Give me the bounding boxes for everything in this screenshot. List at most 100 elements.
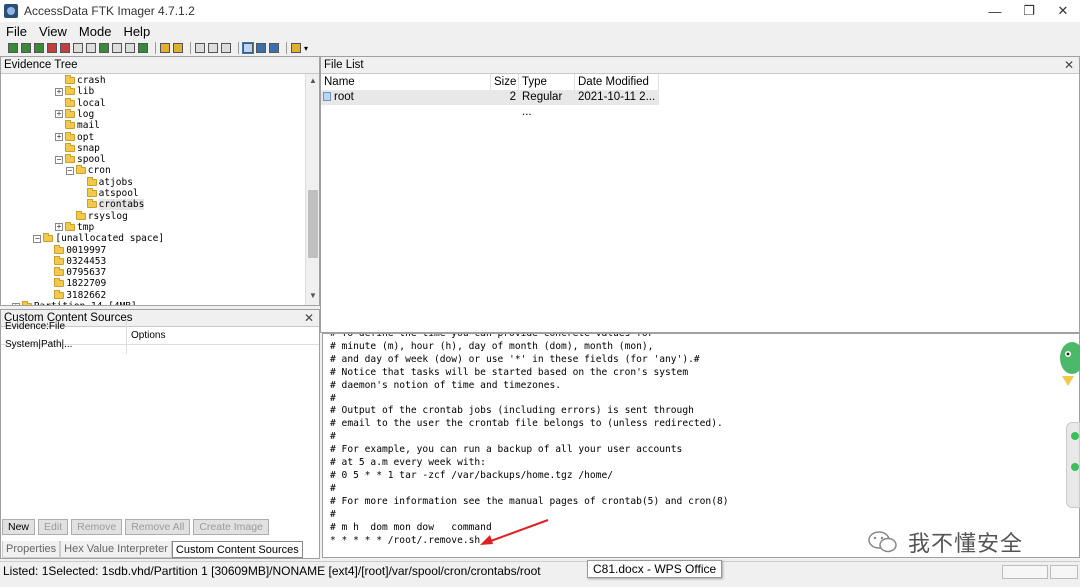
minimize-button[interactable]: — (978, 0, 1012, 22)
tree-item[interactable]: 1822709 (44, 278, 106, 289)
image-mounting-icon[interactable] (34, 43, 44, 53)
tree-item-label: Partition 14 [4MB] (34, 301, 137, 305)
tree-item[interactable]: + opt (55, 131, 94, 143)
text-line: # and day of week (dow) or use '*' in th… (330, 353, 700, 365)
folder-icon (86, 199, 97, 209)
export-logical-image-icon[interactable] (99, 43, 109, 53)
tree-item[interactable]: + lib (55, 86, 94, 97)
scroll-up-icon[interactable]: ▲ (306, 76, 320, 88)
folder-icon (86, 176, 97, 186)
custom-content-buttons: New Edit Remove Remove All Create Image (2, 519, 272, 535)
remove-evidence-icon[interactable] (47, 43, 57, 53)
table-row[interactable]: root 2 Regular ... 2021-10-11 2... (321, 90, 659, 118)
tree-item[interactable]: atjobs (77, 176, 133, 188)
remove-all-evidence-icon[interactable] (60, 43, 70, 53)
capture-memory-icon[interactable] (208, 43, 218, 53)
side-widget[interactable] (1066, 422, 1080, 508)
add-evidence-icon[interactable] (8, 43, 18, 53)
text-line: # Output of the crontab jobs (including … (330, 405, 694, 417)
tree-item[interactable]: crash (55, 75, 106, 86)
tree-item[interactable]: + Partition 14 [4MB] (11, 301, 137, 305)
tree-item[interactable]: mail (55, 120, 100, 131)
expand-icon[interactable]: + (55, 110, 63, 119)
expand-icon[interactable]: + (55, 87, 63, 96)
auto-view-icon[interactable] (242, 42, 254, 54)
tree-item[interactable]: crontabs (77, 199, 145, 211)
export-disk-image-icon[interactable] (86, 43, 96, 53)
create-image-button[interactable]: Create Image (193, 519, 269, 535)
tree-item[interactable]: rsyslog (66, 210, 128, 222)
tab-custom-content-sources[interactable]: Custom Content Sources (171, 541, 303, 558)
expand-icon[interactable]: + (55, 223, 63, 232)
add-to-custom-content-icon[interactable] (112, 43, 122, 53)
custom-content-close-icon[interactable]: ✕ (304, 311, 314, 325)
tree-item[interactable]: 0795637 (44, 267, 106, 278)
collapse-icon[interactable]: − (65, 166, 74, 175)
edit-button[interactable]: Edit (38, 519, 69, 535)
decrypt-icon[interactable] (138, 43, 148, 53)
create-disk-image-icon[interactable] (73, 43, 83, 53)
tree-item[interactable]: snap (55, 142, 100, 154)
help-icon[interactable] (291, 43, 301, 53)
tree-item[interactable]: + log (55, 108, 95, 120)
tab-properties[interactable]: Properties (2, 541, 61, 558)
expand-icon[interactable]: + (55, 133, 63, 141)
collapse-icon[interactable]: − (33, 234, 42, 243)
menu-file[interactable]: File (4, 24, 29, 39)
column-size[interactable]: Size (491, 74, 519, 90)
remove-all-button[interactable]: Remove All (125, 519, 191, 535)
expand-icon[interactable]: + (11, 302, 20, 305)
column-date-modified[interactable]: Date Modified (575, 74, 659, 90)
hex-view-icon[interactable] (269, 43, 279, 53)
collapse-icon[interactable]: − (55, 155, 63, 164)
folder-icon (65, 154, 75, 164)
tree-item[interactable]: − cron (65, 165, 111, 176)
scroll-down-icon[interactable]: ▼ (306, 291, 320, 303)
tree-item[interactable]: 0324453 (44, 255, 106, 267)
export-hash-icon[interactable] (173, 43, 183, 53)
tree-item[interactable]: 0019997 (44, 244, 106, 256)
verify-drive-icon[interactable] (195, 43, 205, 53)
column-evidence-path[interactable]: Evidence:File System|Path|... (1, 317, 127, 354)
menu-help[interactable]: Help (121, 24, 152, 39)
tree-item[interactable]: − spool (55, 154, 106, 165)
text-line: # daemon's notion of time and timezones. (330, 379, 562, 391)
create-custom-content-icon[interactable] (125, 43, 135, 53)
dropdown-arrow-icon[interactable]: ▾ (304, 44, 308, 53)
taskbar-tooltip: C81.docx - WPS Office (587, 560, 723, 578)
tree-item-label: rsyslog (87, 210, 128, 222)
tree-item[interactable]: + tmp (55, 221, 95, 233)
tree-item-label: crontabs (98, 199, 145, 211)
text-view-icon[interactable] (256, 43, 266, 53)
tree-item[interactable]: atspool (77, 188, 139, 199)
column-options[interactable]: Options (127, 327, 187, 345)
tab-hex-value-interpreter[interactable]: Hex Value Interpreter (60, 541, 172, 558)
file-list-header: File List (321, 57, 1079, 74)
add-all-evidence-icon[interactable] (21, 43, 31, 53)
restore-button[interactable]: ❐ (1012, 0, 1046, 22)
tree-item[interactable]: 3182662 (44, 289, 106, 301)
folder-icon (65, 142, 75, 152)
file-list-close-icon[interactable]: ✕ (1064, 58, 1074, 72)
menu-mode[interactable]: Mode (77, 24, 114, 39)
tree-item-label: tmp (77, 221, 95, 233)
new-button[interactable]: New (2, 519, 36, 535)
watermark: 我不懂安全 (868, 526, 1023, 558)
column-type[interactable]: Type (519, 74, 575, 90)
obtain-protected-files-icon[interactable] (221, 43, 231, 53)
scrollbar-thumb[interactable] (308, 190, 318, 258)
tree-item[interactable]: local (55, 97, 106, 109)
remove-button[interactable]: Remove (71, 519, 123, 535)
tree-item-label: 1822709 (66, 278, 107, 290)
tree-item[interactable]: − [unallocated space] (33, 233, 164, 244)
file-content-viewer[interactable]: # To define the time you can provide con… (322, 333, 1080, 558)
column-name[interactable]: Name (321, 74, 491, 90)
status-bar: Listed: 1Selected: 1sdb.vhd/Partition 1 … (0, 561, 1080, 587)
export-files-icon[interactable] (160, 43, 170, 53)
close-button[interactable]: ✕ (1046, 0, 1080, 22)
evidence-tree-scrollbar[interactable]: ▲ ▼ (305, 74, 319, 305)
tree-item-label: log (77, 108, 95, 120)
menu-view[interactable]: View (37, 24, 69, 39)
